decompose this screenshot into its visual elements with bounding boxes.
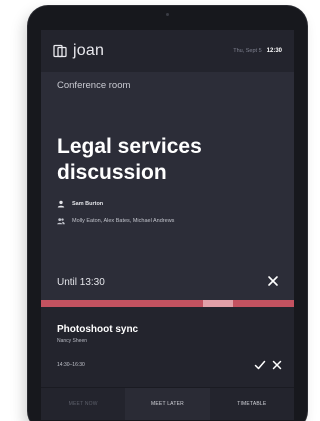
checkmark-icon — [254, 360, 266, 370]
person-icon — [57, 200, 65, 208]
progress-marker — [202, 300, 234, 307]
meeting-progress-bar — [41, 300, 294, 307]
joan-logo: joan — [53, 42, 104, 60]
until-text: Until 13:30 — [57, 277, 105, 288]
attendees-row: Molly Eaton, Alex Bates, Michael Andrews — [57, 217, 174, 225]
timetable-button[interactable]: TIMETABLE — [210, 388, 294, 420]
camera-dot — [166, 13, 169, 16]
datetime: Thu, Sept 5 12:30 — [233, 48, 282, 54]
current-date: Thu, Sept 5 — [233, 48, 262, 54]
end-meeting-button[interactable] — [266, 274, 280, 288]
joan-logo-icon — [53, 44, 67, 58]
room-name: Conference room — [57, 80, 131, 91]
action-bar: MEET NOW MEET LATER TIMETABLE — [41, 387, 294, 420]
close-icon — [268, 276, 278, 286]
meet-now-button[interactable]: MEET NOW — [41, 388, 125, 420]
next-meeting-time: 14:30–16:30 — [57, 362, 85, 368]
organizer-name: Sam Burton — [72, 201, 104, 207]
attendees-names: Molly Eaton, Alex Bates, Michael Andrews — [72, 218, 175, 224]
group-icon — [57, 217, 65, 225]
room-display-screen: joan Thu, Sept 5 12:30 Conference room L… — [41, 30, 294, 420]
decline-meeting-button[interactable] — [271, 358, 283, 370]
tablet-device: joan Thu, Sept 5 12:30 Conference room L… — [28, 6, 307, 421]
current-time: 12:30 — [266, 48, 282, 54]
next-meeting-title: Photoshoot sync — [57, 324, 139, 335]
organizer-row: Sam Burton — [57, 200, 103, 208]
accept-meeting-button[interactable] — [254, 358, 266, 370]
meet-later-button[interactable]: MEET LATER — [125, 388, 210, 420]
next-meeting-card: Photoshoot sync Nancy Sheen 14:30–16:30 — [41, 307, 294, 387]
header-bar: joan Thu, Sept 5 12:30 — [41, 30, 294, 72]
close-icon — [272, 360, 282, 370]
meeting-title: Legal services discussion — [57, 135, 202, 184]
brand-name: joan — [73, 42, 105, 59]
next-meeting-organizer: Nancy Sheen — [57, 338, 88, 344]
